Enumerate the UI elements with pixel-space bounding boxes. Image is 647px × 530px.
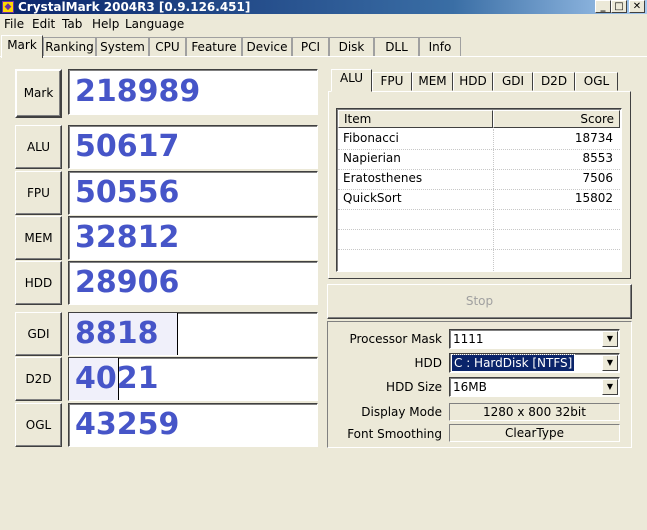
row-item-fibonacci: Fibonacci (343, 131, 399, 145)
column-header-score[interactable]: Score (493, 110, 620, 128)
gdi-score-value: 8818 (75, 316, 159, 351)
close-button[interactable]: ✕ (629, 0, 645, 13)
hdd-label: HDD (414, 356, 442, 370)
subtab-mem[interactable]: MEM (412, 72, 453, 91)
d2d-score-box: 4021 (68, 357, 318, 401)
row-gridline (338, 249, 620, 250)
alu-score-value: 50617 (75, 129, 180, 164)
mem-button[interactable]: MEM (15, 216, 62, 260)
hdd-value: C : HardDisk [NTFS] (450, 354, 576, 372)
tab-ranking[interactable]: Ranking (43, 37, 96, 57)
hdd-score-box: 28906 (68, 261, 318, 305)
ogl-score-value: 43259 (75, 407, 180, 442)
ogl-button[interactable]: OGL (15, 403, 62, 447)
chevron-down-icon[interactable]: ▼ (602, 379, 618, 395)
mark-button[interactable]: Mark (15, 69, 62, 118)
main-tab-strip: Mark Ranking System CPU Feature Device P… (0, 35, 647, 58)
subtab-ogl[interactable]: OGL (575, 72, 618, 91)
subtab-fpu[interactable]: FPU (372, 72, 412, 91)
font-smoothing-value: ClearType (449, 424, 620, 442)
row-score-eratosthenes: 7506 (582, 171, 613, 185)
maximize-button[interactable]: □ (611, 0, 627, 13)
mem-score-box: 32812 (68, 216, 318, 260)
subtab-alu[interactable]: ALU (331, 69, 372, 92)
stop-button[interactable]: Stop (327, 284, 632, 319)
gdi-button[interactable]: GDI (15, 312, 62, 356)
tab-dll[interactable]: DLL (374, 37, 419, 57)
hdd-size-value: 16MB (453, 380, 487, 394)
mark-score-value: 218989 (75, 74, 201, 109)
chevron-down-icon[interactable]: ▼ (602, 355, 618, 371)
hdd-size-label: HDD Size (386, 380, 442, 394)
hdd-score-value: 28906 (75, 265, 180, 300)
column-header-item[interactable]: Item (338, 110, 493, 128)
subtab-hdd[interactable]: HDD (453, 72, 493, 91)
minimize-button[interactable]: _ (595, 0, 611, 13)
tab-disk[interactable]: Disk (329, 37, 374, 57)
row-score-napierian: 8553 (582, 151, 613, 165)
menu-tab[interactable]: Tab (62, 15, 82, 33)
hdd-size-select[interactable]: 16MB ▼ (449, 377, 620, 397)
row-item-eratosthenes: Eratosthenes (343, 171, 423, 185)
row-gridline (338, 209, 620, 210)
row-score-fibonacci: 18734 (574, 131, 613, 145)
gdi-score-box: 8818 (68, 312, 318, 356)
tab-cpu[interactable]: CPU (149, 37, 186, 57)
d2d-button[interactable]: D2D (15, 357, 62, 401)
subtab-d2d[interactable]: D2D (533, 72, 575, 91)
processor-mask-value: 1111 (453, 332, 484, 346)
tab-device[interactable]: Device (242, 37, 292, 57)
crystalmark-window: ◆ CrystalMark 2004R3 [0.9.126.451] _ □ ✕… (0, 0, 647, 530)
display-mode-value: 1280 x 800 32bit (449, 403, 620, 421)
alu-button[interactable]: ALU (15, 125, 62, 169)
mark-score-box: 218989 (68, 69, 318, 115)
result-list[interactable]: Item Score Fibonacci 18734 Napierian 855… (336, 108, 622, 272)
tab-feature[interactable]: Feature (186, 37, 242, 57)
title-bar[interactable]: ◆ CrystalMark 2004R3 [0.9.126.451] _ □ ✕ (0, 0, 647, 14)
display-mode-label: Display Mode (361, 405, 442, 419)
alu-score-box: 50617 (68, 125, 318, 169)
ogl-score-box: 43259 (68, 403, 318, 447)
chevron-down-icon[interactable]: ▼ (602, 331, 618, 347)
menu-edit[interactable]: Edit (32, 15, 55, 33)
window-title: CrystalMark 2004R3 [0.9.126.451] (18, 0, 251, 14)
menu-bar: File Edit Tab Help Language (0, 15, 647, 33)
fpu-score-value: 50556 (75, 175, 180, 210)
font-smoothing-label: Font Smoothing (347, 427, 442, 441)
row-gridline (338, 229, 620, 230)
processor-mask-select[interactable]: 1111 ▼ (449, 329, 620, 349)
hdd-button[interactable]: HDD (15, 261, 62, 305)
d2d-score-value: 4021 (75, 361, 159, 396)
fpu-score-box: 50556 (68, 171, 318, 215)
hdd-select[interactable]: C : HardDisk [NTFS] ▼ (449, 353, 620, 373)
fpu-button[interactable]: FPU (15, 171, 62, 215)
tab-system[interactable]: System (96, 37, 149, 57)
row-item-quicksort: QuickSort (343, 191, 402, 205)
tab-pci[interactable]: PCI (292, 37, 329, 57)
menu-help[interactable]: Help (92, 15, 119, 33)
subtab-gdi[interactable]: GDI (493, 72, 533, 91)
menu-file[interactable]: File (4, 15, 24, 33)
processor-mask-label: Processor Mask (349, 332, 442, 346)
menu-language[interactable]: Language (125, 15, 184, 33)
row-item-napierian: Napierian (343, 151, 401, 165)
tab-info[interactable]: Info (419, 37, 461, 57)
tab-mark[interactable]: Mark (1, 35, 43, 58)
crystal-icon: ◆ (2, 1, 14, 13)
row-score-quicksort: 15802 (574, 191, 613, 205)
mem-score-value: 32812 (75, 220, 180, 255)
